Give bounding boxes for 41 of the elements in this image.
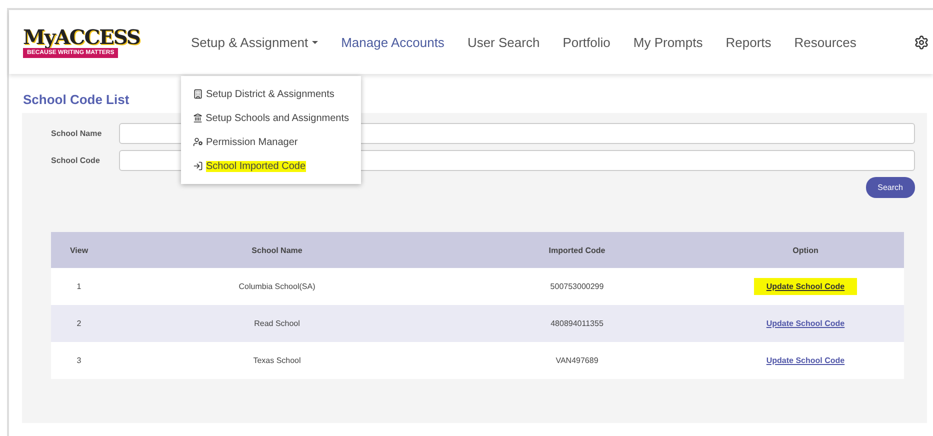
table-cell-text: Columbia School(SA) [238,282,316,291]
menu-item[interactable]: Setup Schools and Assignments [181,106,361,130]
table-cell-text: 3 [76,356,82,365]
table-cell-text: Texas School [252,356,302,365]
field-label: School Code [51,156,101,165]
table-cell-text: 480894011355 [550,319,604,328]
nav-link[interactable]: User Search [467,34,540,50]
column-header: View [68,246,90,254]
update-link[interactable]: Update School Code [766,319,845,328]
menu-item[interactable]: Permission Manager [181,130,361,154]
page-title: School Code List [23,92,130,107]
menu-item-icon [193,89,203,99]
field-label: School Name [51,129,103,138]
menu-item-label: Setup District & Assignments [206,88,334,100]
table-cell-text: Read School [253,319,301,328]
menu-item-label: Permission Manager [206,136,298,148]
menu-item-label: Setup Schools and Assignments [206,112,349,124]
nav-link[interactable]: Setup & Assignment [191,34,318,50]
update-link[interactable]: Update School Code [766,356,845,365]
search-button[interactable]: Search [866,177,915,198]
menu-item[interactable]: School Imported Code [181,154,361,178]
nav-link[interactable]: My Prompts [633,34,703,50]
nav-link[interactable]: Portfolio [562,34,610,50]
menu-item-icon [193,113,203,123]
menu-item-icon [193,137,203,147]
update-link[interactable]: Update School Code [754,278,857,295]
column-header: Option [792,246,820,254]
table-cell-text: 2 [76,319,82,328]
menu-item[interactable]: Setup District & Assignments [181,82,361,106]
table-cell-text: 1 [76,282,82,291]
table-cell-text: 500753000299 [549,282,605,291]
settings-icon[interactable] [914,34,929,50]
menu-item-icon [193,161,203,171]
table-cell-text: VAN497689 [554,356,600,365]
column-header: School Name [250,246,304,254]
menu-item-label: School Imported Code [206,160,306,172]
logo-name: MyACCESS [23,26,141,48]
column-header: Imported Code [548,246,606,254]
nav-link[interactable]: Resources [794,34,856,50]
nav-link[interactable]: Manage Accounts [341,34,444,50]
nav-link[interactable]: Reports [726,34,772,50]
